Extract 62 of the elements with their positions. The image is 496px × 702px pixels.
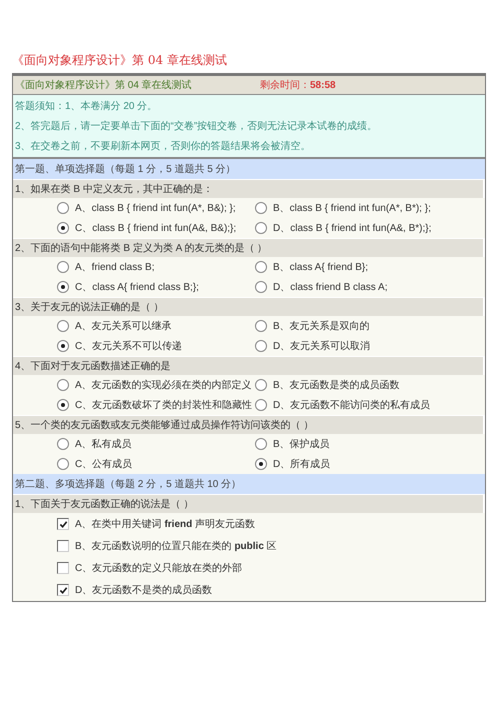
- checkbox[interactable]: [57, 518, 69, 530]
- radio-button[interactable]: [255, 438, 267, 450]
- option-text: C、友元函数的定义只能放在类的外部: [75, 562, 242, 575]
- radio-button[interactable]: [57, 438, 69, 450]
- radio-button[interactable]: [255, 202, 267, 214]
- option-text: D、class friend B class A;: [273, 281, 388, 294]
- option-text: B、友元函数是类的成员函数: [273, 378, 400, 392]
- option-text: C、公有成员: [75, 458, 132, 471]
- checkbox[interactable]: [57, 562, 69, 574]
- question-text: 1、下面关于友元函数正确的说法是（ ）: [13, 495, 483, 513]
- radio-button[interactable]: [57, 379, 69, 391]
- option-text: D、友元函数不能访问类的私有成员: [273, 398, 430, 412]
- note-text: 3、在交卷之前，不要刷新本网页，否则你的答题结果将会被清空。: [15, 140, 312, 153]
- radio-button[interactable]: [255, 281, 267, 293]
- radio-button[interactable]: [255, 399, 267, 411]
- option-text: A、友元关系可以继承: [75, 320, 172, 333]
- timer-text: 剩余时间：58:58: [260, 78, 336, 92]
- radio-button[interactable]: [57, 281, 69, 293]
- option-text: A、友元函数的实现必须在类的内部定义: [75, 378, 252, 392]
- question-text: 4、下面对于友元函数描述正确的是: [13, 357, 483, 375]
- option-text: D、友元关系可以取消: [273, 340, 370, 353]
- section-header: 第一题、单项选择题（每题 1 分，5 道题共 5 分）: [13, 159, 485, 179]
- radio-button[interactable]: [255, 379, 267, 391]
- radio-button[interactable]: [255, 320, 267, 332]
- radio-button[interactable]: [57, 222, 69, 234]
- radio-button[interactable]: [255, 340, 267, 352]
- question-text: 3、关于友元的说法正确的是（ ）: [13, 298, 483, 316]
- radio-button[interactable]: [255, 222, 267, 234]
- option-text: A、私有成员: [75, 438, 132, 451]
- exam-title: 《面向对象程序设计》第 04 章在线测试: [15, 78, 193, 92]
- option-text: C、class B { friend int fun(A&, B&);};: [75, 222, 236, 235]
- option-text: B、class A{ friend B};: [273, 261, 368, 274]
- note-text: 2、答完题后，请一定要单击下面的“交卷”按钮交卷，否则无法记录本试卷的成绩。: [15, 120, 378, 133]
- option-text: D、所有成员: [273, 458, 330, 471]
- checkbox[interactable]: [57, 540, 69, 552]
- option-text: A、friend class B;: [75, 261, 154, 274]
- note-text: 答题须知：1、本卷满分 20 分。: [15, 100, 158, 113]
- question-text: 5、一个类的友元函数或友元类能够通过成员操作符访问该类的（ ）: [13, 416, 483, 434]
- radio-button[interactable]: [57, 340, 69, 352]
- option-text: A、在类中用关键词 friend 声明友元函数: [75, 518, 256, 531]
- section-header: 第二题、多项选择题（每题 2 分，5 道题共 10 分）: [13, 474, 485, 494]
- radio-button[interactable]: [57, 399, 69, 411]
- option-text: C、class A{ friend class B;};: [75, 281, 199, 294]
- option-text: B、class B { friend int fun(A*, B*); };: [273, 202, 431, 215]
- option-text: A、class B { friend int fun(A*, B&); };: [75, 202, 236, 215]
- option-text: B、保护成员: [273, 438, 330, 451]
- question-text: 1、如果在类 B 中定义友元，其中正确的是：: [13, 180, 483, 198]
- checkbox[interactable]: [57, 584, 69, 596]
- option-text: B、友元函数说明的位置只能在类的 public 区: [75, 540, 277, 553]
- radio-button[interactable]: [255, 261, 267, 273]
- option-text: D、class B { friend int fun(A&, B*);};: [273, 222, 432, 235]
- option-text: C、友元函数破坏了类的封装性和隐藏性: [75, 398, 252, 412]
- radio-button[interactable]: [57, 261, 69, 273]
- question-text: 2、下面的语句中能将类 B 定义为类 A 的友元类的是（ ）: [13, 239, 483, 257]
- radio-button[interactable]: [255, 458, 267, 470]
- radio-button[interactable]: [57, 458, 69, 470]
- radio-button[interactable]: [57, 320, 69, 332]
- option-text: B、友元关系是双向的: [273, 320, 370, 333]
- radio-button[interactable]: [57, 202, 69, 214]
- option-text: D、友元函数不是类的成员函数: [75, 584, 212, 597]
- page-title: 《面向对象程序设计》第 04 章在线测试: [12, 52, 228, 69]
- option-text: C、友元关系不可以传递: [75, 340, 182, 353]
